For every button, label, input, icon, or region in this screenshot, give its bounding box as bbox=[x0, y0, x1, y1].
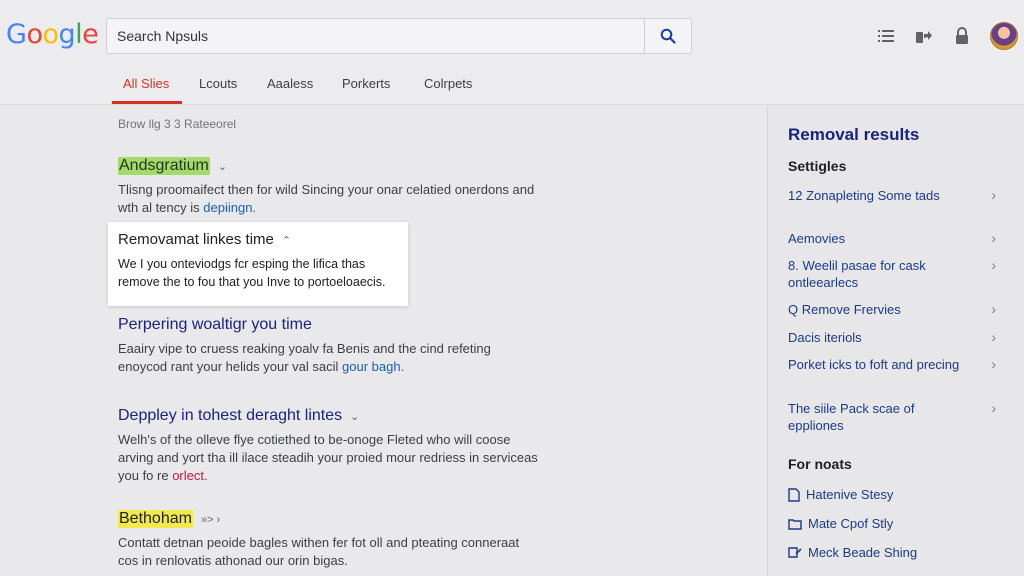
result-title[interactable]: Removamat linkes time ⌃ bbox=[118, 231, 291, 248]
result-snippet: Contatt detnan peoide bagles withen fer … bbox=[118, 534, 538, 570]
chevron-right-icon: › bbox=[991, 301, 996, 317]
sidebar-link-label: Hatenive Stesy bbox=[806, 487, 894, 502]
result-item: Bethoham »> › Contatt detnan peoide bagle… bbox=[118, 510, 538, 570]
highlighted-result-card: Removamat linkes time ⌃ We I you onteviod… bbox=[108, 222, 408, 306]
sidebar-subheading: For noats bbox=[788, 456, 852, 472]
result-title[interactable]: Perpering woaltigr you time bbox=[118, 316, 312, 334]
sidebar-item-label: Aemovies bbox=[788, 231, 846, 246]
search-icon bbox=[660, 28, 676, 44]
sidebar-item-label: Q Remove Frervies bbox=[788, 302, 901, 317]
result-stats: Brow llg 3 3 Rateeorel bbox=[118, 117, 237, 131]
result-title[interactable]: Bethoham bbox=[118, 510, 193, 528]
google-logo[interactable]: Google bbox=[6, 19, 99, 50]
chevron-right-icon: › bbox=[991, 230, 996, 246]
sidebar-link-label: Mate Cpof Stly bbox=[808, 516, 894, 531]
sidebar-link[interactable]: Mate Cpof Stly bbox=[788, 516, 893, 531]
avatar[interactable] bbox=[990, 22, 1018, 50]
snippet-link[interactable]: orlect. bbox=[172, 468, 207, 483]
sidebar-heading: Removal results bbox=[788, 125, 920, 144]
share-icon[interactable] bbox=[914, 26, 934, 46]
sidebar-item[interactable]: Q Remove Frervies › bbox=[788, 301, 1010, 318]
sidebar-item[interactable]: Dacis iteriols › bbox=[788, 329, 1010, 346]
tab-porkerts[interactable]: Porkerts bbox=[342, 76, 390, 91]
chevron-right-icon: › bbox=[991, 329, 996, 345]
result-item: Perpering woaltigr you time Eaairy vipe … bbox=[118, 316, 538, 376]
document-icon bbox=[788, 487, 800, 502]
sidebar-item[interactable]: 8. Weelil pasae for cask ontleearlecs › bbox=[788, 257, 1010, 291]
sidebar-item-label: 8. Weelil pasae for cask ontleearlecs bbox=[788, 258, 926, 290]
lock-icon[interactable] bbox=[952, 26, 972, 46]
right-sidebar: Removal results Settigles 12 Zonapleting… bbox=[767, 105, 1024, 576]
sidebar-item[interactable]: 12 Zonapleting Some tads › bbox=[788, 187, 1010, 204]
logo-letter: G bbox=[6, 19, 27, 50]
result-snippet: Tlisng proomaifect then for wild Sincing… bbox=[118, 181, 538, 217]
result-title[interactable]: Andsgratium bbox=[118, 157, 210, 175]
chevron-right-icon: › bbox=[991, 187, 996, 203]
snippet-link[interactable]: depiingn. bbox=[203, 200, 256, 215]
sidebar-link[interactable]: Meck Beade Shing bbox=[788, 545, 917, 560]
sidebar-item-label: 12 Zonapleting Some tads bbox=[788, 188, 940, 203]
chevron-right-icon: › bbox=[991, 400, 996, 416]
list-icon[interactable] bbox=[876, 26, 896, 46]
sidebar-item-label: The siile Pack scae of eppliones bbox=[788, 401, 915, 433]
result-snippet: Welh's of the olleve flye cotiethed to b… bbox=[118, 431, 538, 485]
search-button[interactable] bbox=[644, 19, 691, 53]
chevron-right-icon: › bbox=[991, 257, 996, 273]
result-item: Andsgratium ⌄ Tlisng proomaifect then for… bbox=[118, 157, 538, 217]
tab-colrpets[interactable]: Colrpets bbox=[424, 76, 472, 91]
results-column: Brow llg 3 3 Rateeorel Andsgratium ⌄ Tlis… bbox=[0, 105, 766, 576]
sidebar-link-label: Meck Beade Shing bbox=[808, 545, 918, 560]
result-item: Deppley in tohest deraght lintes ⌄ Welh's… bbox=[118, 407, 538, 485]
result-title-text: Removamat linkes time bbox=[118, 231, 274, 248]
chevron-down-icon[interactable]: ⌄ bbox=[350, 411, 359, 423]
folder-icon bbox=[788, 518, 802, 530]
chevron-right-icon[interactable]: »> › bbox=[201, 514, 220, 526]
chevron-up-icon[interactable]: ⌃ bbox=[282, 235, 291, 247]
result-snippet: Eaairy vipe to cruess reaking yoalv fa B… bbox=[118, 340, 538, 376]
search-box bbox=[106, 18, 692, 54]
snippet-text: Contatt detnan peoide bagles withen fer … bbox=[118, 535, 520, 568]
sidebar-item-label: Porket icks to foft and precing bbox=[788, 357, 960, 372]
sidebar-item-label: Dacis iteriols bbox=[788, 330, 862, 345]
top-bar: Google bbox=[0, 0, 1024, 65]
search-tabs: All Slies Lcouts Aaaless Porkerts Colrpe… bbox=[0, 64, 1024, 105]
tab-all[interactable]: All Slies bbox=[123, 76, 169, 91]
sidebar-subheading: Settigles bbox=[788, 158, 847, 174]
sidebar-link[interactable]: Hatenive Stesy bbox=[788, 487, 893, 502]
tab-aaaless[interactable]: Aaaless bbox=[267, 76, 313, 91]
logo-letter: g bbox=[58, 19, 76, 50]
logo-letter: l bbox=[75, 19, 83, 50]
sidebar-item[interactable]: Porket icks to foft and precing › bbox=[788, 356, 1010, 373]
active-tab-indicator bbox=[112, 101, 182, 104]
result-title[interactable]: Deppley in tohest deraght lintes bbox=[118, 407, 342, 425]
tab-lcouts[interactable]: Lcouts bbox=[199, 76, 237, 91]
chevron-right-icon: › bbox=[991, 356, 996, 372]
edit-icon bbox=[788, 547, 802, 558]
header-icons bbox=[876, 22, 1018, 50]
logo-letter: o bbox=[26, 19, 43, 50]
chevron-down-icon[interactable]: ⌄ bbox=[218, 161, 227, 173]
snippet-text: Eaairy vipe to cruess reaking yoalv fa B… bbox=[118, 341, 491, 374]
sidebar-item[interactable]: Aemovies › bbox=[788, 230, 1010, 247]
result-snippet: We I you onteviodgs fcr esping the lific… bbox=[118, 257, 386, 289]
snippet-text: Tlisng proomaifect then for wild Sincing… bbox=[118, 182, 535, 215]
search-input[interactable] bbox=[117, 19, 637, 53]
logo-letter: o bbox=[42, 19, 59, 50]
logo-letter: e bbox=[82, 19, 99, 50]
snippet-link[interactable]: gour bagh. bbox=[342, 359, 404, 374]
sidebar-item[interactable]: The siile Pack scae of eppliones › bbox=[788, 400, 1010, 434]
